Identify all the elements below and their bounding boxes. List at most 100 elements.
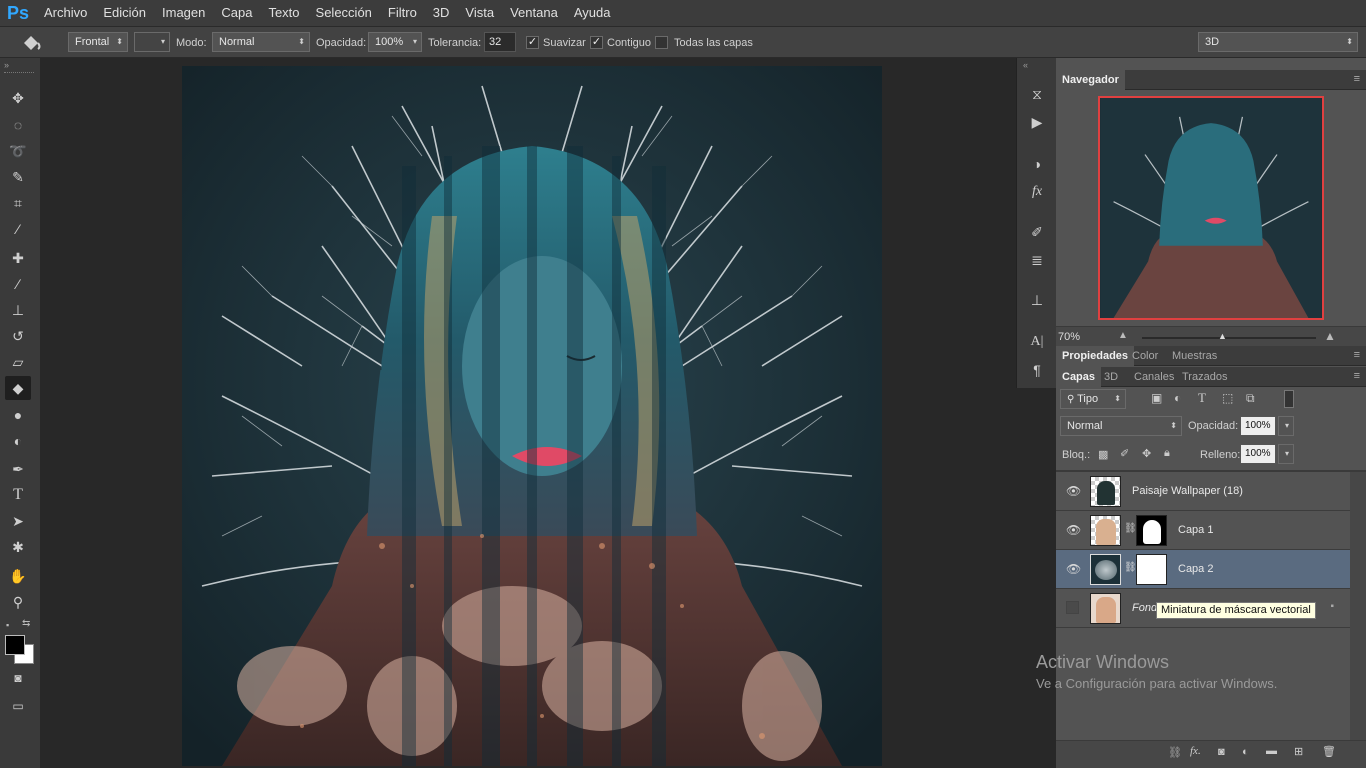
path-selection-icon[interactable]: ➤: [5, 509, 31, 533]
tab-propiedades[interactable]: Propiedades: [1056, 346, 1135, 366]
visibility-toggle-off[interactable]: [1066, 601, 1079, 614]
quick-selection-icon[interactable]: ✎: [5, 165, 31, 189]
tab-color[interactable]: Color: [1126, 346, 1164, 366]
tab-muestras[interactable]: Muestras: [1166, 346, 1223, 366]
layer-name[interactable]: Paisaje Wallpaper (18): [1132, 472, 1243, 511]
new-group-icon[interactable]: ▬: [1266, 745, 1277, 757]
link-icon[interactable]: ⛓: [1124, 562, 1137, 573]
filter-toggle[interactable]: [1284, 390, 1294, 408]
menu-seleccion[interactable]: Selección: [308, 0, 380, 26]
paragraph-icon[interactable]: ¶: [1025, 358, 1049, 382]
clone-source-icon[interactable]: ⊥: [1025, 288, 1049, 312]
blend-mode-select[interactable]: Normal ⬍: [1060, 416, 1182, 436]
layer-thumbnail[interactable]: [1090, 476, 1121, 507]
menu-texto[interactable]: Texto: [260, 0, 307, 26]
menu-archivo[interactable]: Archivo: [36, 0, 95, 26]
filter-pixel-icon[interactable]: ▣: [1151, 391, 1162, 405]
collapse-icon[interactable]: »: [4, 60, 9, 70]
layer-mask-thumbnail[interactable]: [1136, 515, 1167, 546]
tab-3d[interactable]: 3D: [1098, 367, 1124, 387]
visibility-eye-icon[interactable]: 👁︎: [1066, 523, 1081, 537]
all-layers-checkbox[interactable]: [655, 36, 668, 49]
tab-canales[interactable]: Canales: [1128, 367, 1180, 387]
history-brush-icon[interactable]: ↺: [5, 324, 31, 348]
collapse-icon[interactable]: «: [1023, 60, 1028, 70]
screen-mode-icon[interactable]: ▭: [5, 694, 31, 718]
filter-smart-object-icon[interactable]: ⧉: [1246, 391, 1255, 406]
zoom-slider-track[interactable]: [1142, 337, 1316, 339]
adjustments-icon[interactable]: ◑: [1025, 152, 1049, 176]
navigator-preview[interactable]: [1098, 96, 1324, 320]
menu-ayuda[interactable]: Ayuda: [566, 0, 619, 26]
menu-imagen[interactable]: Imagen: [154, 0, 213, 26]
clone-stamp-icon[interactable]: ⊥: [5, 298, 31, 322]
lock-paint-icon[interactable]: ✐: [1120, 447, 1129, 460]
custom-shape-icon[interactable]: ✱: [5, 535, 31, 559]
workspace-select[interactable]: 3D ⬍: [1198, 32, 1358, 52]
menu-vista[interactable]: Vista: [457, 0, 502, 26]
lock-position-icon[interactable]: ✥: [1142, 447, 1151, 460]
pattern-picker[interactable]: ▾: [134, 32, 170, 52]
zoom-in-icon[interactable]: ▲: [1324, 329, 1336, 343]
menu-ventana[interactable]: Ventana: [502, 0, 566, 26]
filter-adjustment-icon[interactable]: ◐: [1174, 391, 1181, 405]
layers-scrollbar[interactable]: [1350, 472, 1366, 762]
opacity-input[interactable]: 100% ▾: [368, 32, 422, 52]
tab-capas[interactable]: Capas: [1056, 367, 1102, 387]
character-icon[interactable]: A|: [1025, 330, 1049, 354]
menu-3d[interactable]: 3D: [425, 0, 458, 26]
panel-menu-icon[interactable]: ≡: [1354, 370, 1360, 382]
brush-settings-icon[interactable]: ≣: [1025, 248, 1049, 272]
paint-bucket-icon[interactable]: [18, 31, 44, 55]
mode-select[interactable]: Normal ⬍: [212, 32, 310, 52]
actions-play-icon[interactable]: ▶: [1025, 110, 1049, 134]
tab-navegador[interactable]: Navegador: [1056, 70, 1125, 90]
add-style-fx-icon[interactable]: fx.: [1190, 745, 1201, 757]
layer-opacity-dropdown[interactable]: ▾: [1278, 416, 1294, 436]
filter-shape-icon[interactable]: ⬚: [1222, 391, 1233, 405]
menu-filtro[interactable]: Filtro: [380, 0, 425, 26]
lock-transparency-icon[interactable]: ▩: [1098, 448, 1108, 461]
lock-all-icon[interactable]: 🔒︎: [1164, 447, 1170, 460]
new-adjustment-icon[interactable]: ◐: [1242, 746, 1249, 758]
add-mask-icon[interactable]: ◙: [1218, 746, 1225, 758]
layer-row[interactable]: 👁︎ Paisaje Wallpaper (18): [1056, 472, 1350, 511]
layer-thumbnail[interactable]: [1090, 515, 1121, 546]
layer-opacity-input[interactable]: 100%: [1240, 416, 1276, 436]
panel-menu-icon[interactable]: ≡: [1354, 73, 1360, 85]
menu-capa[interactable]: Capa: [213, 0, 260, 26]
document-canvas[interactable]: [182, 66, 882, 766]
menu-edicion[interactable]: Edición: [95, 0, 154, 26]
visibility-eye-icon[interactable]: 👁︎: [1066, 484, 1081, 498]
layer-filter-select[interactable]: ⚲ Tipo ⬍: [1060, 389, 1126, 409]
pen-icon[interactable]: ✒: [5, 457, 31, 481]
tolerance-input[interactable]: 32: [484, 32, 516, 52]
default-colors-icon[interactable]: ▪: [6, 620, 9, 630]
move-icon[interactable]: ✥: [5, 86, 31, 110]
panel-menu-icon[interactable]: ≡: [1354, 349, 1360, 361]
paint-bucket-icon[interactable]: ◆: [5, 376, 31, 400]
fill-source-select[interactable]: Frontal ⬍: [68, 32, 128, 52]
elliptical-marquee-icon[interactable]: ◌: [5, 113, 31, 137]
antialias-checkbox[interactable]: ✓: [526, 36, 539, 49]
brush-icon[interactable]: ∕: [5, 272, 31, 296]
visibility-eye-icon[interactable]: 👁︎: [1066, 562, 1081, 576]
layer-row[interactable]: 👁︎ ⛓ Capa 2: [1056, 550, 1350, 589]
brush-presets-icon[interactable]: ✐: [1025, 220, 1049, 244]
crop-icon[interactable]: ⌗: [5, 191, 31, 215]
lasso-icon[interactable]: ➰: [5, 139, 31, 163]
styles-fx-icon[interactable]: fx: [1025, 180, 1049, 204]
layer-row[interactable]: 👁︎ ⛓ Capa 1: [1056, 511, 1350, 550]
history-icon[interactable]: ⧖: [1025, 82, 1049, 106]
hand-icon[interactable]: ✋: [5, 564, 31, 588]
layer-thumbnail[interactable]: [1090, 593, 1121, 624]
eyedropper-icon[interactable]: ⁄: [5, 217, 31, 241]
healing-brush-icon[interactable]: ✚: [5, 246, 31, 270]
type-icon[interactable]: T: [5, 483, 31, 507]
layer-name[interactable]: Capa 2: [1178, 550, 1213, 589]
blur-icon[interactable]: ●: [5, 403, 31, 427]
layer-name[interactable]: Capa 1: [1178, 511, 1213, 550]
panel-grip[interactable]: [4, 72, 34, 75]
delete-layer-icon[interactable]: 🗑︎: [1322, 745, 1336, 758]
foreground-color-swatch[interactable]: [5, 635, 25, 655]
